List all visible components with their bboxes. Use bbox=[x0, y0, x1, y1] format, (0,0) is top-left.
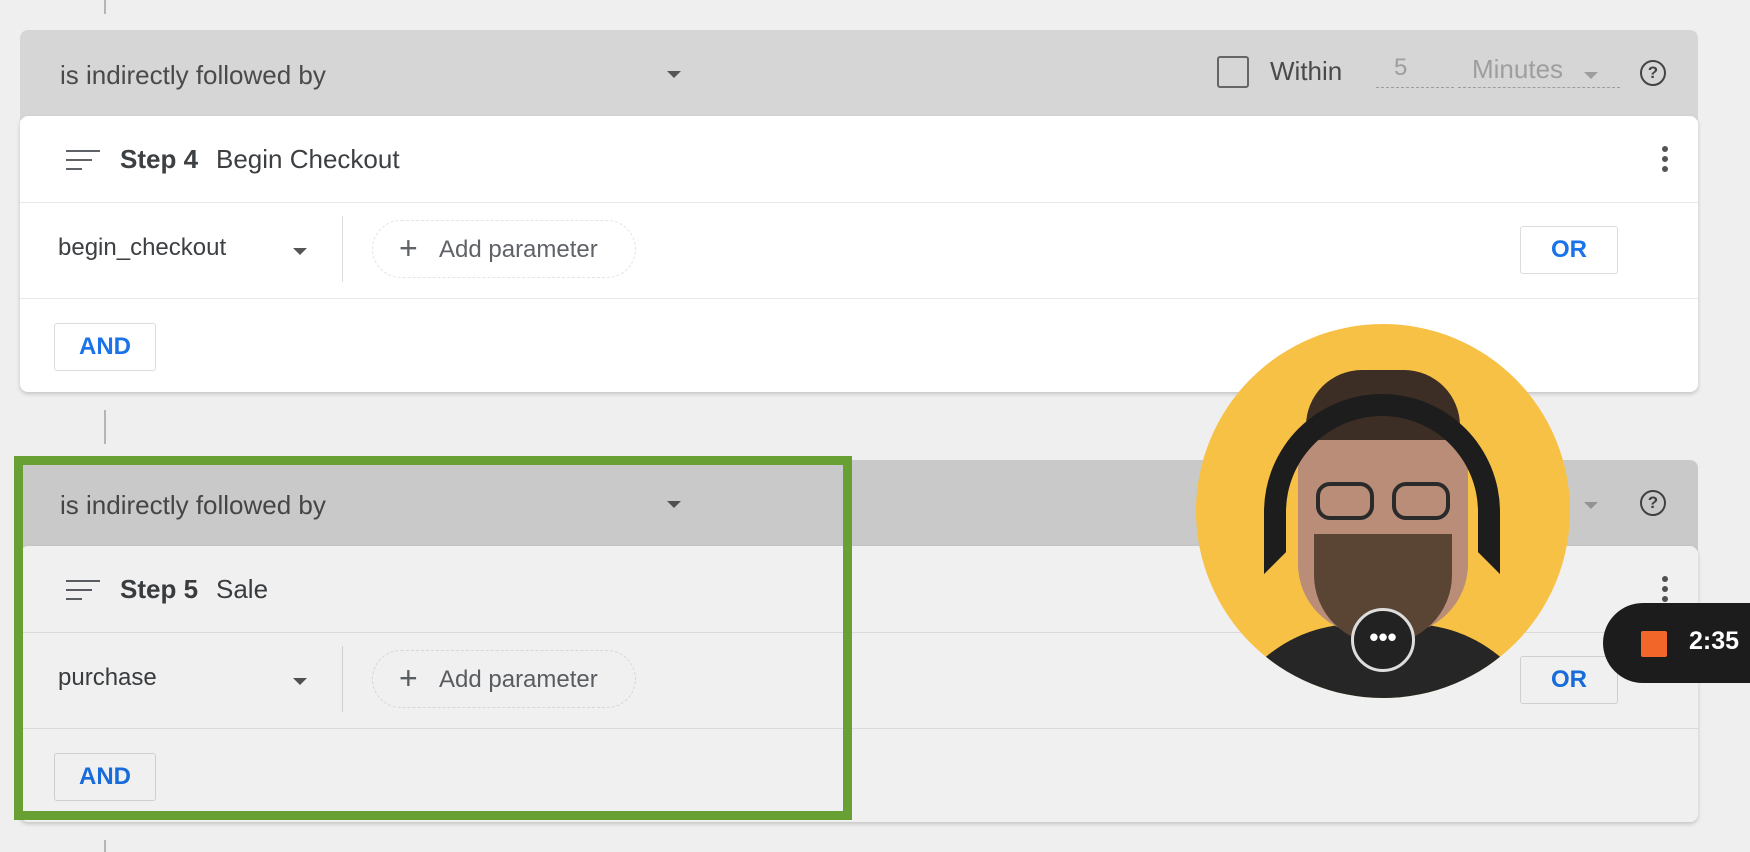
divider bbox=[342, 646, 343, 712]
and-button[interactable]: AND bbox=[54, 753, 156, 801]
glasses-icon bbox=[1308, 482, 1458, 522]
event-select[interactable]: purchase bbox=[58, 664, 157, 692]
more-vert-icon[interactable] bbox=[1660, 576, 1670, 606]
sort-icon[interactable] bbox=[66, 580, 100, 602]
add-parameter-label: Add parameter bbox=[439, 666, 598, 693]
within-label: Within bbox=[1270, 56, 1343, 86]
recording-indicator[interactable]: 2:35 bbox=[1603, 603, 1750, 683]
help-circle-icon[interactable]: ? bbox=[1640, 60, 1666, 86]
plus-icon: + bbox=[399, 660, 418, 696]
and-button[interactable]: AND bbox=[54, 323, 156, 371]
dropdown-caret-icon[interactable] bbox=[667, 71, 681, 78]
divider bbox=[342, 216, 343, 282]
webcam-overlay[interactable]: ••• bbox=[1196, 324, 1570, 698]
event-select[interactable]: begin_checkout bbox=[58, 234, 226, 262]
dropdown-caret-icon[interactable] bbox=[293, 248, 307, 255]
add-parameter-button[interactable]: + Add parameter bbox=[372, 220, 636, 278]
recording-timer: 2:35 bbox=[1689, 627, 1740, 655]
add-parameter-label: Add parameter bbox=[439, 236, 598, 263]
step-name-input[interactable]: Sale bbox=[216, 574, 268, 605]
more-vert-icon[interactable] bbox=[1660, 146, 1670, 176]
step-name-input[interactable]: Begin Checkout bbox=[216, 144, 400, 175]
dropdown-caret-icon[interactable] bbox=[293, 678, 307, 685]
dropdown-caret-icon[interactable] bbox=[1584, 502, 1598, 509]
plus-icon: + bbox=[399, 230, 418, 266]
within-duration-input[interactable]: 5 bbox=[1376, 54, 1454, 88]
step-number: Step 5 bbox=[120, 574, 199, 604]
or-button[interactable]: OR bbox=[1520, 656, 1618, 704]
step-number: Step 4 bbox=[120, 144, 199, 174]
event-row: begin_checkout + Add parameter OR bbox=[20, 202, 1698, 299]
condition-bar: is indirectly followed by Within 5 Minut… bbox=[20, 30, 1698, 120]
webcam-menu-button[interactable]: ••• bbox=[1351, 608, 1415, 672]
step-header: Step 4 Begin Checkout bbox=[20, 116, 1698, 203]
add-parameter-button[interactable]: + Add parameter bbox=[372, 650, 636, 708]
step-connector-top bbox=[104, 0, 106, 14]
help-circle-icon[interactable]: ? bbox=[1640, 490, 1666, 516]
condition-select[interactable]: is indirectly followed by bbox=[60, 460, 326, 550]
condition-select[interactable]: is indirectly followed by bbox=[60, 30, 326, 120]
sort-icon[interactable] bbox=[66, 150, 100, 172]
within-checkbox[interactable] bbox=[1217, 56, 1249, 88]
or-button[interactable]: OR bbox=[1520, 226, 1618, 274]
dropdown-caret-icon[interactable] bbox=[667, 501, 681, 508]
within-unit-select[interactable]: Minutes bbox=[1458, 54, 1620, 88]
step-connector-bottom bbox=[104, 840, 106, 852]
step-connector-middle bbox=[104, 410, 106, 444]
stop-recording-icon[interactable] bbox=[1641, 631, 1667, 657]
dropdown-caret-icon[interactable] bbox=[1584, 72, 1598, 79]
